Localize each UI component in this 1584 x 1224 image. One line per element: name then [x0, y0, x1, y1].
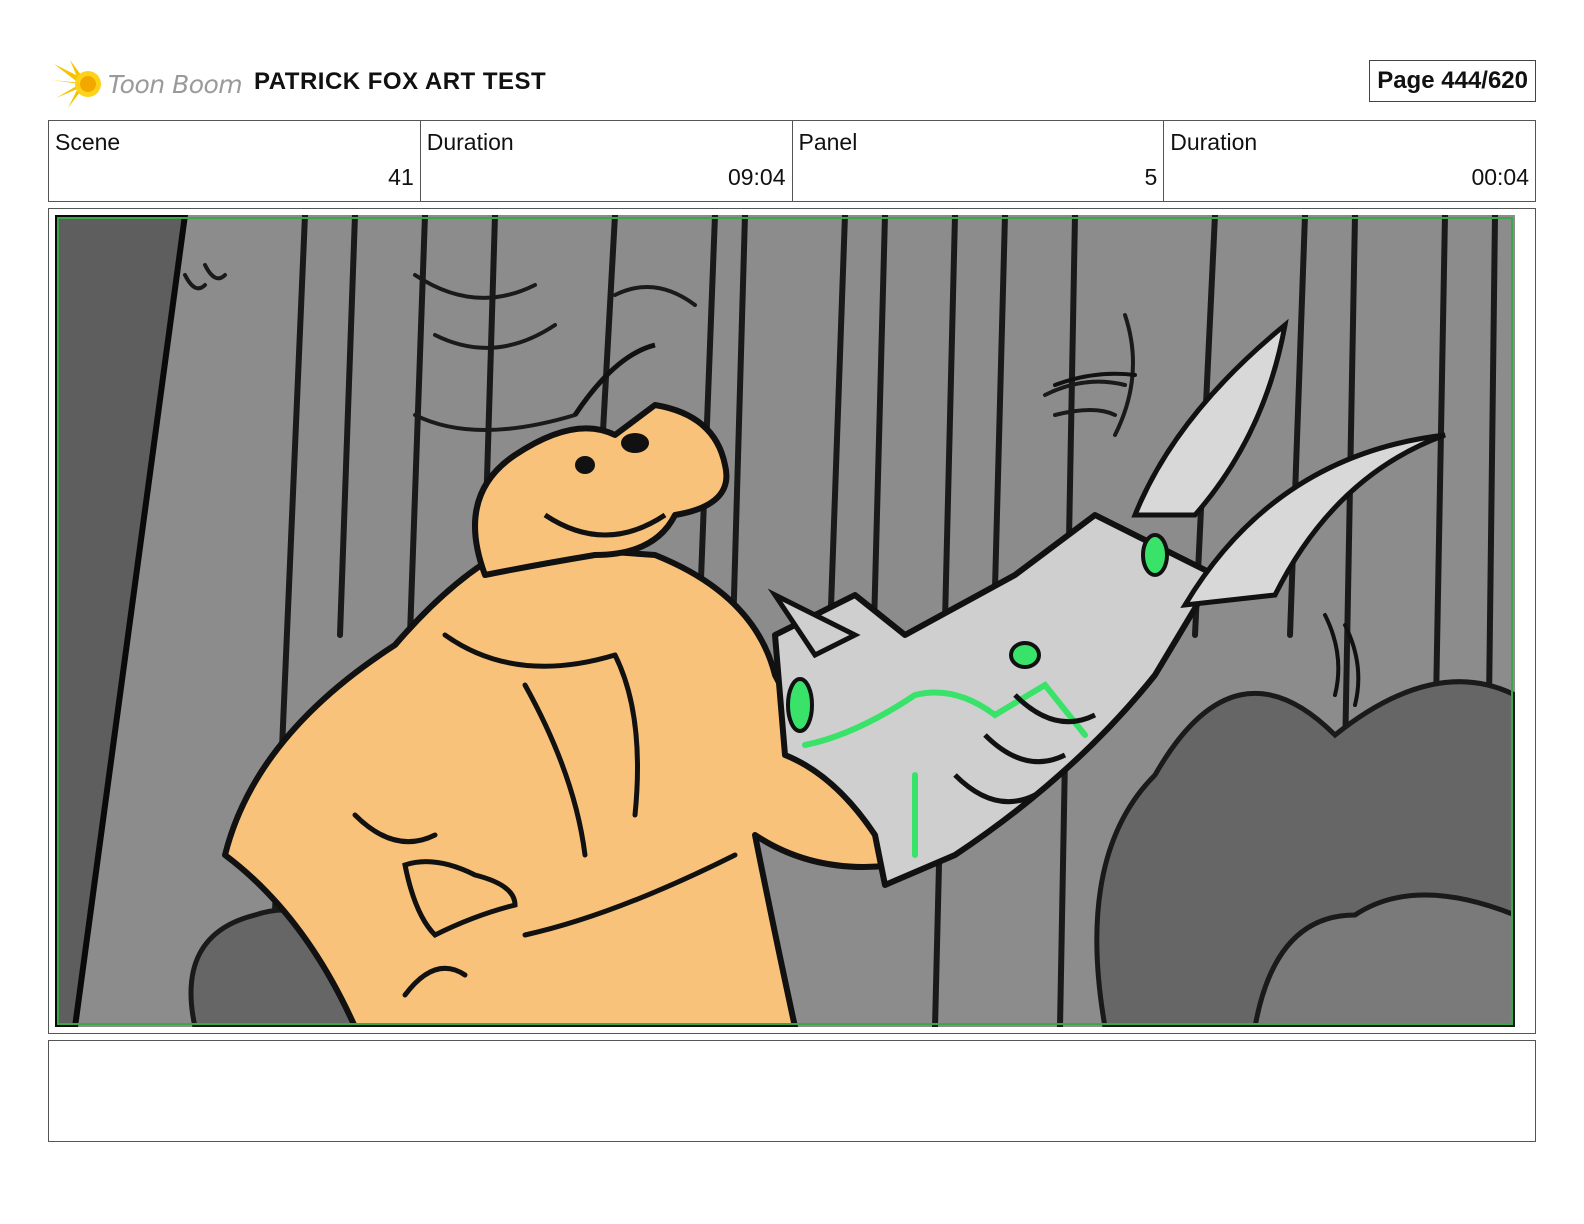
panel-cell: Panel 5	[793, 121, 1165, 201]
scene-duration-cell: Duration 09:04	[421, 121, 793, 201]
panel-value: 5	[1144, 164, 1158, 190]
panel-duration-label: Duration	[1170, 129, 1258, 155]
storyboard-panel-frame	[48, 208, 1536, 1034]
panel-duration-cell: Duration 00:04	[1164, 121, 1535, 201]
scene-duration-value: 09:04	[727, 164, 786, 190]
character-eye	[621, 433, 649, 453]
scene-label: Scene	[55, 129, 121, 155]
scene-value: 41	[388, 164, 414, 190]
scene-duration-label: Duration	[426, 129, 514, 155]
scene-cell: Scene 41	[49, 121, 421, 201]
project-title: PATRICK FOX ART TEST	[254, 68, 547, 95]
sunburst-icon	[52, 60, 101, 108]
panel-duration-value: 00:04	[1471, 164, 1529, 190]
page-header: Toon Boom PATRICK FOX ART TEST Page 444/…	[48, 52, 1536, 112]
panel-label: Panel	[798, 129, 858, 155]
toon-boom-logo: Toon Boom	[52, 56, 243, 110]
panel-notes-box[interactable]	[48, 1040, 1536, 1142]
panel-info-row: Scene 41 Duration 09:04 Panel 5 Duration…	[48, 120, 1536, 202]
logo-text: Toon Boom	[108, 70, 243, 99]
character-eye-2	[575, 456, 595, 474]
page-number: Page 444/620	[1369, 60, 1536, 102]
storyboard-panel-drawing	[55, 215, 1515, 1027]
